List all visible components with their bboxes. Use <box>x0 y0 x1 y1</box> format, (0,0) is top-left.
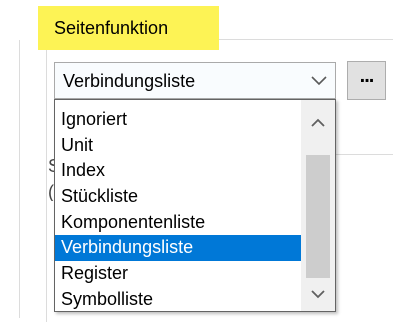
browse-button[interactable]: ... <box>347 61 386 100</box>
list-item-ignoriert[interactable]: Ignoriert <box>55 107 302 133</box>
groupbox-title: Seitenfunktion <box>54 18 169 38</box>
vertical-scrollbar[interactable] <box>301 100 335 311</box>
list-item-index[interactable]: Index <box>55 158 302 184</box>
dropdown-options: Ignoriert Unit Index Stückliste Komponen… <box>55 107 302 313</box>
combobox-dropdown-list: Ignoriert Unit Index Stückliste Komponen… <box>54 99 336 312</box>
chevron-up-icon[interactable] <box>301 112 335 134</box>
page-function-combobox[interactable]: Verbindungsliste <box>54 62 336 99</box>
scrollbar-thumb[interactable] <box>306 155 330 278</box>
list-item-unit[interactable]: Unit <box>55 133 302 159</box>
list-item-symbolliste[interactable]: Symbolliste <box>55 287 302 313</box>
list-item-register[interactable]: Register <box>55 261 302 287</box>
chevron-down-icon[interactable] <box>309 70 329 90</box>
list-item-verbindungsliste[interactable]: Verbindungsliste <box>55 235 302 262</box>
background-groupbox-edge <box>330 154 393 155</box>
outer-frame-line <box>19 40 20 318</box>
chevron-down-icon[interactable] <box>301 283 335 305</box>
groupbox-title-highlight: Seitenfunktion <box>38 6 219 50</box>
list-item-komponentenliste[interactable]: Komponentenliste <box>55 210 302 236</box>
list-item-stueckliste[interactable]: Stückliste <box>55 184 302 210</box>
combobox-selected-value: Verbindungsliste <box>63 71 196 91</box>
